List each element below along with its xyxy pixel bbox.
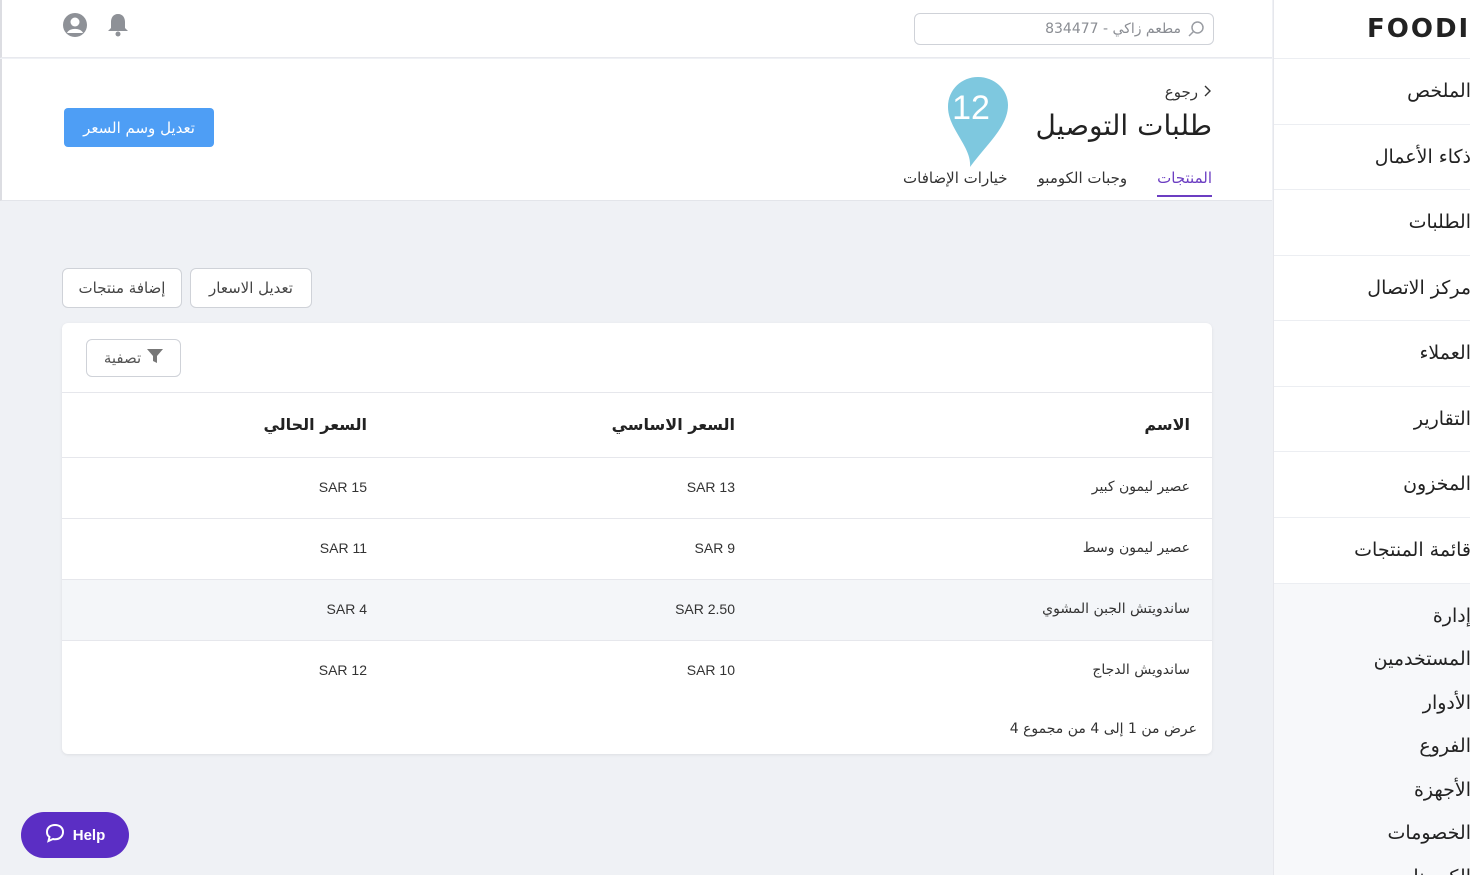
sidebar-item-roles[interactable]: الأدوار	[1274, 681, 1470, 725]
sidebar-item-call-center[interactable]: مركز الاتصال	[1274, 254, 1470, 321]
cell-current-price: SAR 15	[318, 479, 367, 495]
help-button[interactable]: Help	[21, 812, 129, 858]
filter-row: تصفية	[62, 323, 1212, 393]
cell-current-price: SAR 12	[318, 662, 367, 678]
table-row[interactable]: ساندويش الدجاج SAR 10 SAR 12	[62, 641, 1212, 702]
page-header: رجوع طلبات التوصيل 12 تعديل وسم السعر ال…	[0, 59, 1272, 201]
back-link[interactable]: رجوع	[1165, 83, 1212, 101]
sidebar-item-discounts[interactable]: الخصومات	[1274, 812, 1470, 856]
cell-base-price: SAR 9	[694, 540, 735, 556]
search-value: مطعم زاكي - 834477	[1045, 21, 1181, 37]
cell-current-price: SAR 11	[319, 540, 367, 556]
pin-count: 12	[952, 89, 990, 127]
edit-prices-button[interactable]: تعديل الاسعار	[190, 268, 312, 308]
user-profile-icon[interactable]	[62, 12, 88, 38]
sidebar-item-devices[interactable]: الأجهزة	[1274, 768, 1470, 812]
filter-label: تصفية	[103, 349, 142, 367]
sidebar-item-inventory[interactable]: المخزون	[1274, 451, 1470, 517]
sidebar-item-business-intelligence[interactable]: ذكاء الأعمال	[1274, 123, 1470, 190]
page-title: طلبات التوصيل	[1035, 109, 1212, 142]
tabs: المنتجات وجبات الكومبو خيارات الإضافات	[903, 169, 1212, 197]
tab-modifier-options[interactable]: خيارات الإضافات	[903, 169, 1008, 197]
help-label: Help	[72, 826, 106, 844]
cell-base-price: SAR 2.50	[675, 601, 735, 617]
sidebar-manage-section: إدارة المستخدمين الأدوار الفروع الأجهزة …	[1274, 583, 1470, 875]
sidebar-item-users[interactable]: المستخدمين	[1274, 638, 1470, 682]
table-row[interactable]: عصير ليمون وسط SAR 9 SAR 11	[62, 519, 1212, 580]
cell-name: ساندويتش الجبن المشوي	[1042, 601, 1190, 617]
sidebar: FOODIC الملخص ذكاء الأعمال الطلبات مركز …	[1273, 0, 1470, 875]
chat-bubble-icon	[45, 823, 65, 847]
filter-icon	[147, 349, 164, 367]
brand-logo[interactable]: FOODIC	[1367, 14, 1470, 44]
tab-combos[interactable]: وجبات الكومبو	[1038, 169, 1128, 197]
sidebar-item-branches[interactable]: الفروع	[1274, 725, 1470, 769]
pagination-summary: عرض من 1 إلى 4 من مجموع 4	[1009, 721, 1197, 737]
top-bar: مطعم زاكي - 834477	[0, 0, 1272, 58]
cell-name: ساندويش الدجاج	[1092, 662, 1190, 678]
back-label: رجوع	[1164, 83, 1198, 101]
column-header-current-price[interactable]: السعر الحالي	[263, 415, 367, 434]
cell-base-price: SAR 13	[686, 479, 735, 495]
sidebar-item-coupons[interactable]: الكوبونات	[1274, 855, 1470, 875]
cell-current-price: SAR 4	[326, 601, 367, 617]
filter-button[interactable]: تصفية	[86, 339, 181, 377]
tab-products[interactable]: المنتجات	[1157, 169, 1212, 197]
sidebar-nav: الملخص ذكاء الأعمال الطلبات مركز الاتصال…	[1274, 58, 1470, 582]
sidebar-item-summary[interactable]: الملخص	[1274, 58, 1470, 124]
cell-name: عصير ليمون وسط	[1082, 540, 1190, 556]
sidebar-item-orders[interactable]: الطلبات	[1274, 189, 1470, 255]
notification-bell-icon[interactable]	[105, 12, 131, 38]
sidebar-item-menu[interactable]: قائمة المنتجات	[1274, 516, 1470, 583]
sidebar-item-customers[interactable]: العملاء	[1274, 320, 1470, 386]
table-row[interactable]: ساندويتش الجبن المشوي SAR 2.50 SAR 4	[62, 580, 1212, 641]
sidebar-item-reports[interactable]: التقارير	[1274, 385, 1470, 452]
table-header: الاسم السعر الاساسي السعر الحالي	[62, 393, 1212, 458]
sidebar-item-manage: إدارة	[1432, 604, 1470, 627]
search-icon	[1187, 20, 1205, 38]
cell-base-price: SAR 10	[686, 662, 735, 678]
table-row[interactable]: عصير ليمون كبير SAR 13 SAR 15	[62, 458, 1212, 519]
products-table-card: تصفية الاسم السعر الاساسي السعر الحالي ع…	[62, 323, 1212, 754]
count-pin-badge: 12	[948, 77, 1008, 167]
edit-price-tag-button[interactable]: تعديل وسم السعر	[64, 108, 214, 147]
column-header-name[interactable]: الاسم	[1144, 415, 1190, 434]
chevron-right-icon	[1202, 83, 1212, 101]
column-header-base-price[interactable]: السعر الاساسي	[612, 415, 735, 434]
add-products-button[interactable]: إضافة منتجات	[62, 268, 182, 308]
cell-name: عصير ليمون كبير	[1091, 479, 1190, 495]
branch-search-input[interactable]: مطعم زاكي - 834477	[914, 13, 1214, 45]
